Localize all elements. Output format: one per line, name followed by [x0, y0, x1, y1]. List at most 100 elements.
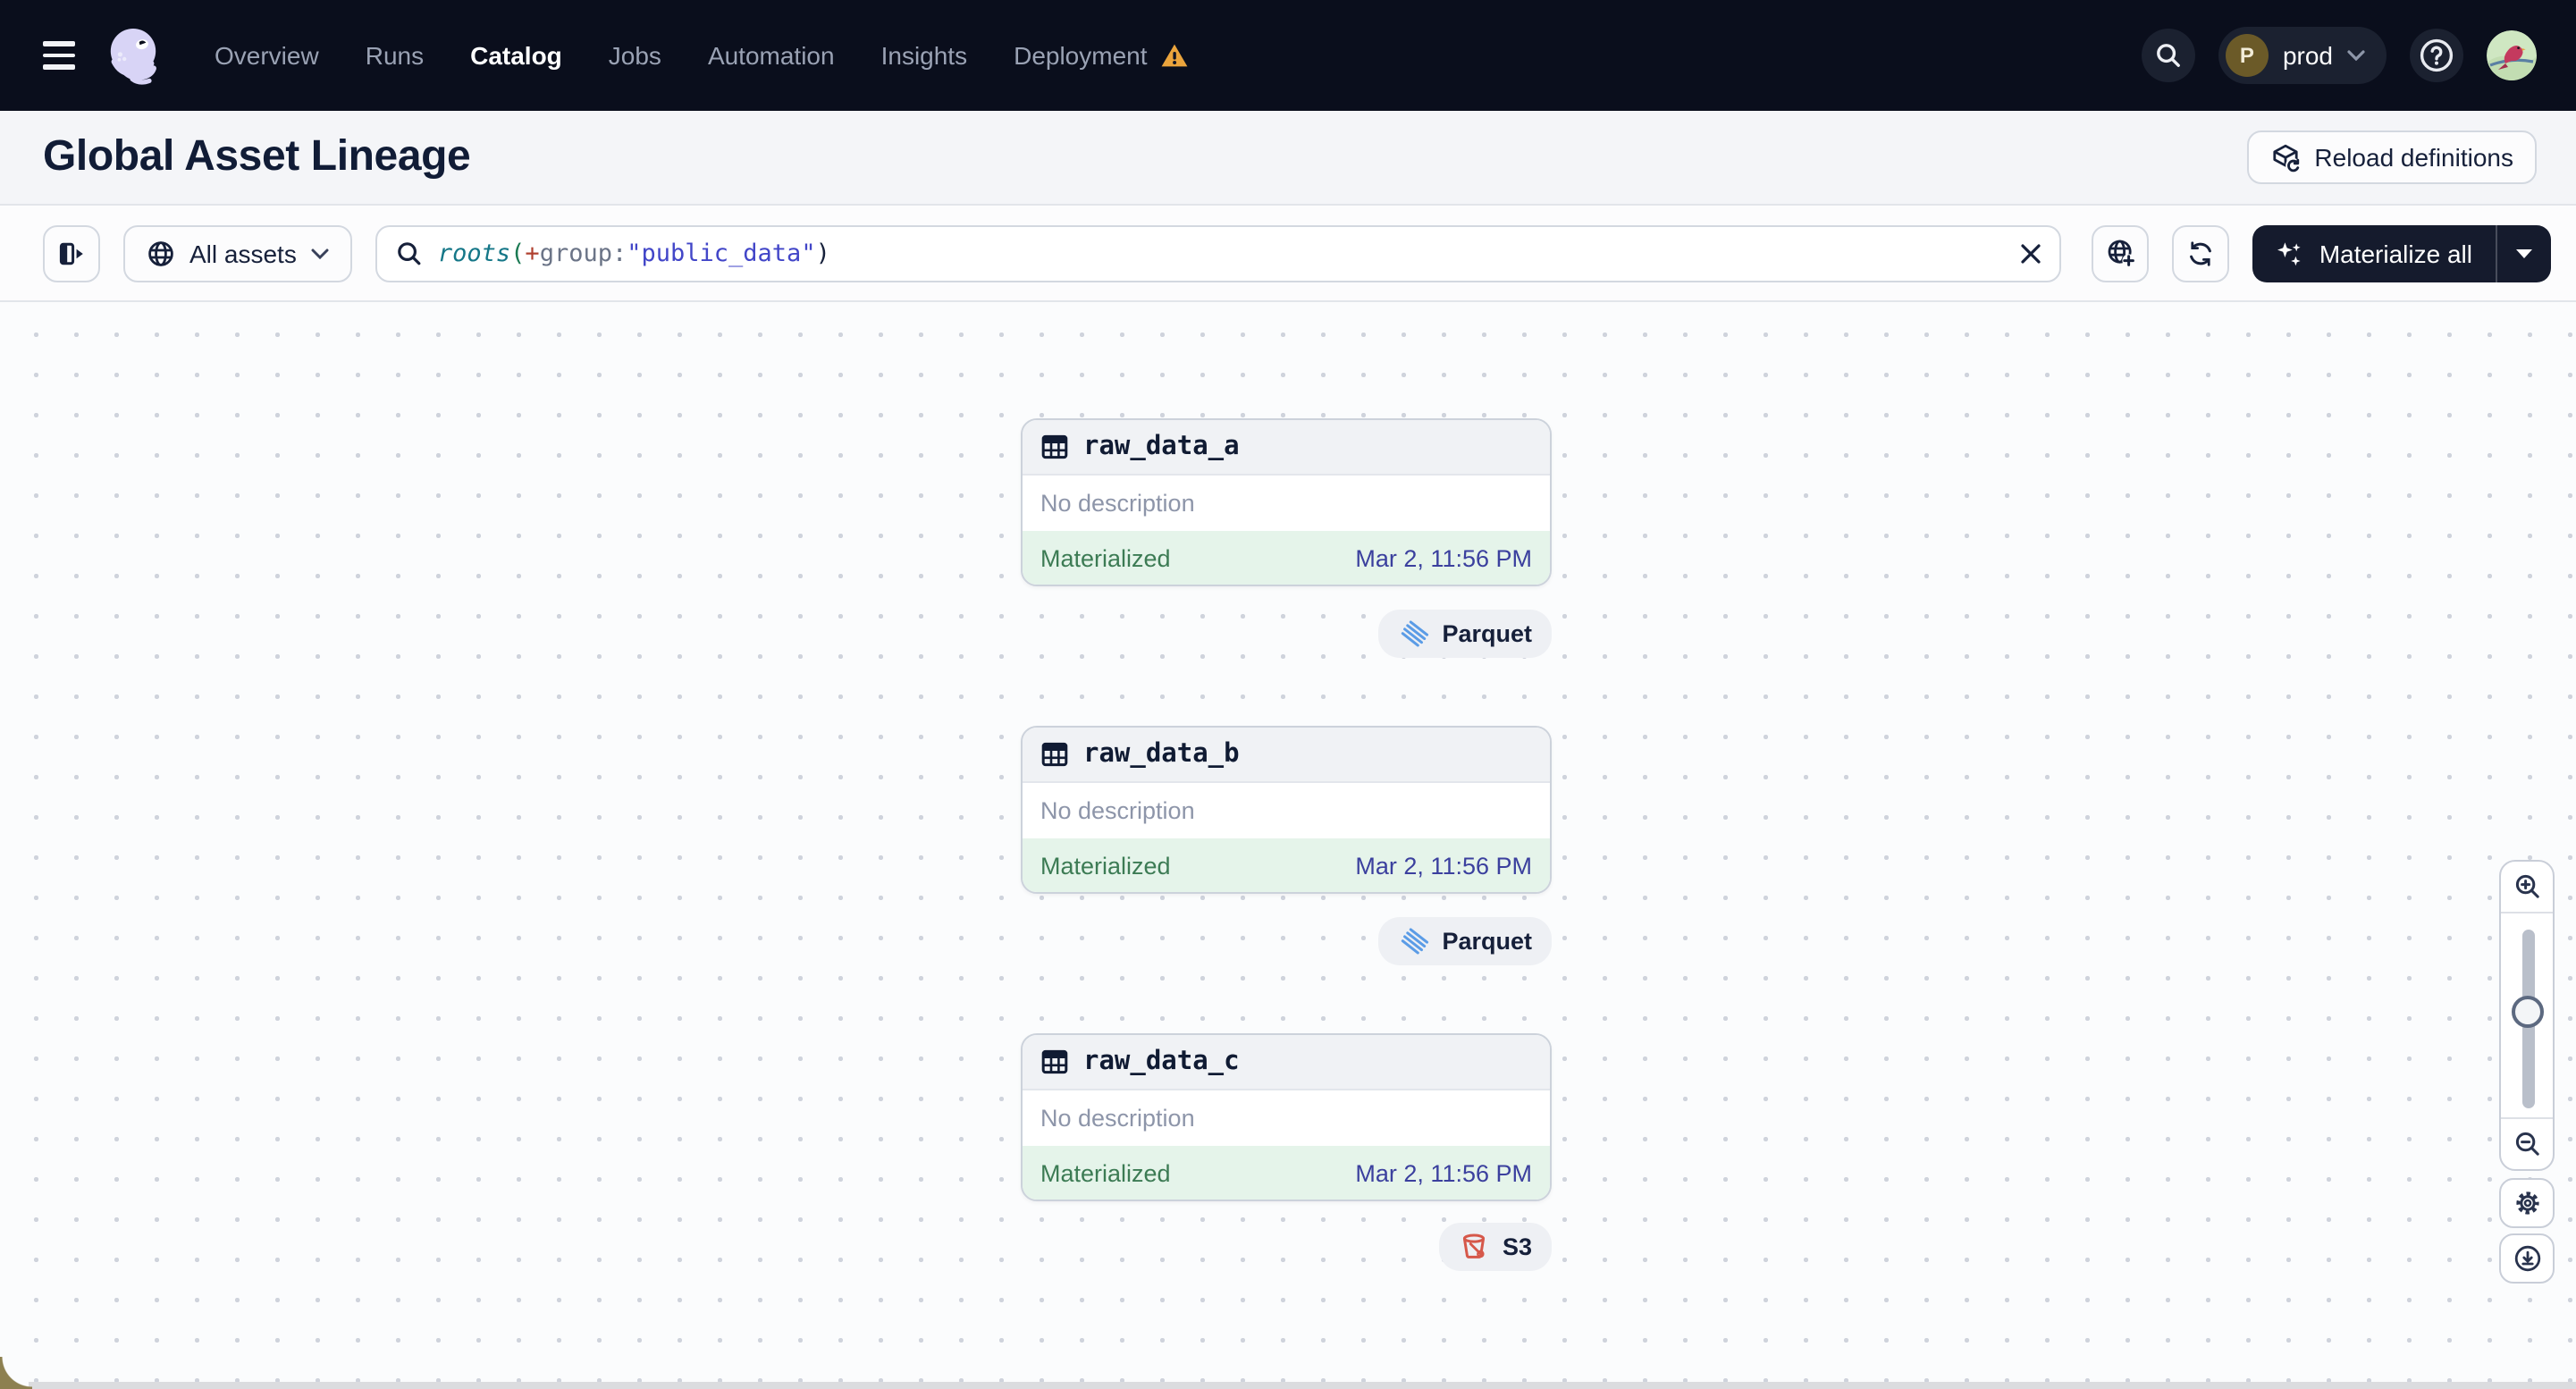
- close-icon: [2022, 243, 2041, 263]
- nav-items: Overview Runs Catalog Jobs Automation In…: [215, 41, 1189, 70]
- environment-label: prod: [2282, 41, 2333, 70]
- download-image-button[interactable]: [2499, 1233, 2555, 1284]
- lineage-canvas[interactable]: raw_data_a No description Materialized M…: [0, 302, 2576, 1389]
- chevron-down-icon: [2347, 50, 2365, 61]
- asset-node-body: No description: [1023, 783, 1550, 838]
- zoom-in-icon: [2514, 874, 2538, 898]
- query-function-token: roots: [437, 239, 511, 267]
- asset-node-body: No description: [1023, 476, 1550, 531]
- asset-selection-input[interactable]: roots(+ group: "public_data"): [375, 224, 2062, 282]
- environment-avatar: P: [2225, 34, 2269, 77]
- asset-description: No description: [1040, 797, 1195, 824]
- help-icon: [2419, 38, 2454, 73]
- asset-name: raw_data_a: [1083, 433, 1240, 461]
- materialization-timestamp[interactable]: Mar 2, 11:56 PM: [1355, 544, 1532, 571]
- page-header: Global Asset Lineage Reload definitions: [0, 111, 2576, 206]
- query-operator-token: +: [525, 239, 540, 267]
- materialize-all-button[interactable]: Materialize all: [2253, 224, 2496, 282]
- chevron-down-icon: [311, 248, 329, 258]
- asset-name: raw_data_c: [1083, 1048, 1240, 1076]
- asset-node-raw-data-c[interactable]: raw_data_c No description Materialized M…: [1021, 1033, 1552, 1201]
- asset-node-header: raw_data_a: [1023, 420, 1550, 476]
- kind-tag-parquet[interactable]: Parquet: [1377, 917, 1552, 965]
- materialize-options-button[interactable]: [2496, 224, 2551, 282]
- asset-node-header: raw_data_b: [1023, 728, 1550, 783]
- asset-name: raw_data_b: [1083, 740, 1240, 769]
- help-button[interactable]: [2410, 29, 2463, 82]
- globe-plus-icon: [2106, 238, 2136, 268]
- kind-tag-label: S3: [1502, 1233, 1532, 1260]
- table-icon: [1040, 740, 1069, 769]
- materialization-timestamp[interactable]: Mar 2, 11:56 PM: [1355, 1159, 1532, 1186]
- s3-bucket-icon: [1460, 1232, 1490, 1262]
- bottom-window-edge: [29, 1382, 2576, 1389]
- nav-item-insights[interactable]: Insights: [881, 41, 968, 70]
- kind-tag-label: Parquet: [1442, 620, 1532, 647]
- refresh-layout-button[interactable]: [2172, 224, 2230, 282]
- materialize-all-label: Materialize all: [2319, 239, 2472, 267]
- toggle-sidebar-button[interactable]: [43, 224, 100, 282]
- warning-icon: [1160, 43, 1189, 68]
- nav-item-jobs[interactable]: Jobs: [609, 41, 661, 70]
- zoom-controls: [2499, 860, 2555, 1171]
- reload-definitions-button[interactable]: Reload definitions: [2246, 130, 2537, 184]
- sparkles-icon: [2277, 239, 2305, 267]
- graph-settings-button[interactable]: [2499, 1178, 2555, 1228]
- clear-query-button[interactable]: [2021, 242, 2042, 264]
- query-close-paren-token: ): [815, 239, 830, 267]
- download-icon: [2513, 1245, 2540, 1272]
- query-attribute-token: group:: [539, 239, 627, 267]
- materialization-status: Materialized: [1040, 544, 1171, 571]
- asset-scope-dropdown[interactable]: All assets: [123, 224, 352, 282]
- materialize-all-split-button: Materialize all: [2252, 224, 2551, 282]
- dagster-logo[interactable]: [104, 25, 164, 86]
- nav-item-runs[interactable]: Runs: [366, 41, 424, 70]
- parquet-icon: [1397, 618, 1429, 650]
- zoom-slider[interactable]: [2501, 913, 2553, 1117]
- materialization-timestamp[interactable]: Mar 2, 11:56 PM: [1355, 852, 1532, 879]
- table-icon: [1040, 1048, 1069, 1076]
- open-panel-icon: [57, 239, 86, 267]
- top-nav: Overview Runs Catalog Jobs Automation In…: [0, 0, 2576, 111]
- environment-switcher[interactable]: P prod: [2218, 27, 2387, 84]
- nav-item-automation[interactable]: Automation: [708, 41, 835, 70]
- table-icon: [1040, 433, 1069, 461]
- refresh-icon: [2187, 239, 2216, 267]
- asset-node-footer: Materialized Mar 2, 11:56 PM: [1023, 1146, 1550, 1200]
- user-avatar[interactable]: [2487, 30, 2537, 80]
- asset-node-footer: Materialized Mar 2, 11:56 PM: [1023, 838, 1550, 892]
- search-icon: [395, 239, 424, 267]
- asset-scope-label: All assets: [189, 239, 297, 267]
- zoom-out-button[interactable]: [2501, 1119, 2553, 1169]
- kind-tag-label: Parquet: [1442, 928, 1532, 955]
- hamburger-menu-icon[interactable]: [43, 41, 75, 70]
- caret-down-icon: [2516, 248, 2532, 257]
- parquet-icon: [1397, 925, 1429, 957]
- page-title: Global Asset Lineage: [43, 132, 471, 181]
- query-open-paren-token: (: [510, 239, 526, 267]
- lineage-toolbar: All assets roots(+group:"public_data"): [0, 206, 2576, 302]
- asset-node-raw-data-b[interactable]: raw_data_b No description Materialized M…: [1021, 726, 1552, 894]
- search-icon: [2154, 41, 2183, 70]
- nav-item-deployment-label: Deployment: [1014, 41, 1148, 70]
- asset-selection-query: roots(+ group: "public_data"): [438, 239, 2007, 267]
- asset-node-raw-data-a[interactable]: raw_data_a No description Materialized M…: [1021, 418, 1552, 586]
- asset-node-body: No description: [1023, 1090, 1550, 1146]
- asset-node-footer: Materialized Mar 2, 11:56 PM: [1023, 531, 1550, 585]
- materialization-status: Materialized: [1040, 1159, 1171, 1186]
- materialization-status: Materialized: [1040, 852, 1171, 879]
- nav-item-deployment[interactable]: Deployment: [1014, 41, 1188, 70]
- filter-to-selection-button[interactable]: [2092, 224, 2150, 282]
- reload-cube-icon: [2269, 142, 2300, 173]
- asset-description: No description: [1040, 1105, 1195, 1132]
- nav-item-overview[interactable]: Overview: [215, 41, 319, 70]
- kind-tag-parquet[interactable]: Parquet: [1377, 610, 1552, 658]
- nav-item-catalog[interactable]: Catalog: [470, 41, 562, 70]
- zoom-out-icon: [2514, 1132, 2538, 1156]
- globe-icon: [147, 239, 175, 267]
- search-button[interactable]: [2141, 29, 2195, 82]
- query-string-token: "public_data": [627, 239, 816, 267]
- zoom-slider-thumb[interactable]: [2512, 996, 2544, 1028]
- zoom-in-button[interactable]: [2501, 862, 2553, 912]
- kind-tag-s3[interactable]: S3: [1439, 1223, 1552, 1271]
